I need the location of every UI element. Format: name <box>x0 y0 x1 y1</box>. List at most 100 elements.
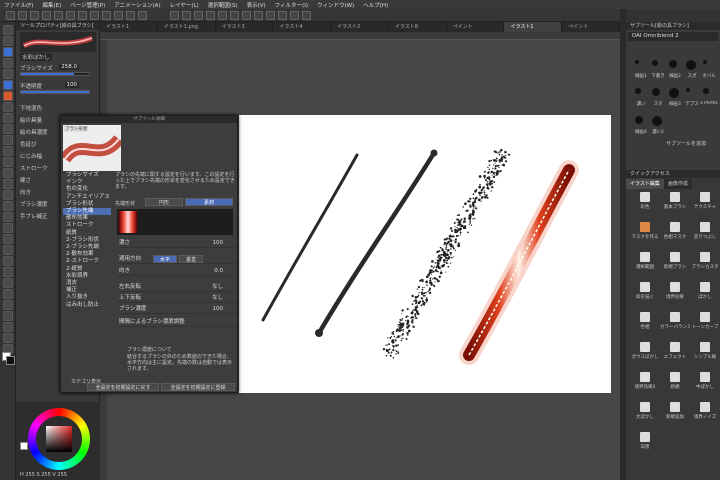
setting-value[interactable]: 100 <box>213 239 224 248</box>
toolbar-button[interactable] <box>290 11 299 20</box>
menu-item[interactable]: ヘルプ(H) <box>363 1 388 9</box>
tool-icon[interactable] <box>3 113 13 123</box>
tool-icon[interactable] <box>3 47 13 57</box>
setting-row[interactable]: 左右反転 なし <box>119 283 237 292</box>
toolbar-button[interactable] <box>266 11 275 20</box>
tool-icon[interactable] <box>3 289 13 299</box>
toolbar-button[interactable] <box>126 11 135 20</box>
quick-access-item[interactable]: 色相 <box>630 312 660 334</box>
reset-all-button[interactable]: 全設定を初期設定に戻す <box>87 383 159 391</box>
tool-icon[interactable] <box>3 168 13 178</box>
menu-item[interactable]: フィルター(I) <box>275 1 308 9</box>
quick-access-item[interactable]: ブラシカスタ <box>690 252 720 274</box>
sub-color-chip[interactable] <box>6 356 15 365</box>
quick-access-item[interactable]: 基本ブラシ <box>660 192 690 214</box>
quick-access-item[interactable]: カラーバランス <box>660 312 690 334</box>
toolbar-button[interactable] <box>102 11 111 20</box>
quick-access-item[interactable]: 白黒 <box>630 432 660 454</box>
quick-access-item[interactable]: 境界効果2 <box>630 372 660 394</box>
quick-access-item[interactable]: 色相マスク <box>660 222 690 244</box>
tool-icon[interactable] <box>3 201 13 211</box>
quick-access-item[interactable]: エフェクト <box>660 342 690 364</box>
quick-access-item[interactable]: 塗りつぶし <box>690 222 720 244</box>
toolbar-button[interactable] <box>218 11 227 20</box>
setting-row[interactable]: 間隔によるブラシ濃度調整 <box>119 318 237 327</box>
tool-icon[interactable] <box>3 80 13 90</box>
quick-access-item[interactable]: ぼかし <box>690 282 720 304</box>
category-item[interactable]: 紙質 <box>63 230 111 237</box>
quick-access-item[interactable]: 新規ブラシ <box>660 252 690 274</box>
category-item[interactable]: 入り抜き <box>63 294 111 301</box>
tool-icon[interactable] <box>3 234 13 244</box>
brush-preset[interactable]: オバル <box>698 58 718 82</box>
setting-row[interactable]: 上下反転 なし <box>119 294 237 303</box>
category-item[interactable]: はみ出し防止 <box>63 302 111 309</box>
saturation-value-square[interactable] <box>46 426 72 452</box>
document-tab[interactable]: イラスト8 <box>389 22 447 32</box>
toolbar-button[interactable] <box>30 11 39 20</box>
direction-horizontal-button[interactable]: 水平 <box>153 255 177 263</box>
setting-value[interactable]: なし <box>212 294 223 303</box>
tool-icon[interactable] <box>3 256 13 266</box>
tool-icon[interactable] <box>3 157 13 167</box>
direction-vertical-button[interactable]: 垂直 <box>179 255 203 263</box>
add-subtool-label[interactable]: サブツールを追加 <box>666 140 706 147</box>
toolbar-button[interactable] <box>90 11 99 20</box>
tip-material-button[interactable]: 素材 <box>185 198 233 206</box>
drawing-canvas[interactable] <box>239 115 611 393</box>
quick-access-item[interactable]: シンプル線 <box>690 342 720 364</box>
setting-row[interactable]: 濃さ 100 <box>119 239 237 248</box>
tool-icon[interactable] <box>3 278 13 288</box>
quick-access-item[interactable]: ガウスぼかし <box>630 342 660 364</box>
tool-icon[interactable] <box>3 300 13 310</box>
menu-item[interactable]: レイヤー(L) <box>170 1 199 9</box>
brush-preset[interactable]: 濃い2 <box>647 114 667 138</box>
toolbar-button[interactable] <box>182 11 191 20</box>
toolbar-button[interactable] <box>42 11 51 20</box>
quick-access-item[interactable]: トーンカーブ <box>690 312 720 334</box>
setting-row[interactable]: 適用方向 <box>119 255 237 264</box>
document-tab[interactable]: イラスト1 <box>504 22 563 32</box>
tool-icon[interactable] <box>3 322 13 332</box>
document-tab[interactable]: イラスト2 <box>331 22 389 32</box>
tool-icon[interactable] <box>3 25 13 35</box>
toolbar-button[interactable] <box>66 11 75 20</box>
category-item[interactable]: 水彩境界 <box>63 273 111 280</box>
tool-icon[interactable] <box>3 36 13 46</box>
toolbar-button[interactable] <box>138 11 147 20</box>
tool-icon[interactable] <box>3 135 13 145</box>
setting-row[interactable]: 向き 0.0 <box>119 267 237 276</box>
tool-icon[interactable] <box>3 190 13 200</box>
category-item[interactable]: 2-ブラシ形状 <box>63 237 111 244</box>
menu-item[interactable]: ウィンドウ(W) <box>317 1 354 9</box>
toolbar-button[interactable] <box>242 11 251 20</box>
quick-access-item[interactable]: テクスチャ <box>690 192 720 214</box>
quick-access-item[interactable]: 大ぼかし <box>630 402 660 424</box>
tip-circle-button[interactable]: 円形 <box>145 198 183 206</box>
category-item[interactable]: ストローク <box>63 222 111 229</box>
document-tab[interactable]: イラスト1.png <box>158 22 216 32</box>
setting-value[interactable]: 0.0 <box>214 267 223 276</box>
tool-icon[interactable] <box>3 58 13 68</box>
tool-icon[interactable] <box>3 179 13 189</box>
toolbar-button[interactable] <box>114 11 123 20</box>
quick-access-item[interactable]: 境界ノイズ <box>690 402 720 424</box>
document-tab[interactable]: イラスト4 <box>273 22 332 32</box>
category-item[interactable]: ブラシ形状 <box>63 201 111 208</box>
setting-value[interactable]: 100 <box>213 305 224 314</box>
category-item[interactable]: 色の変化 <box>63 186 111 193</box>
tool-icon[interactable] <box>3 102 13 112</box>
quick-access-item[interactable]: 新規 <box>660 372 690 394</box>
brush-size-slider[interactable] <box>20 72 90 76</box>
category-item[interactable]: アンチエイリアス <box>63 194 111 201</box>
category-item[interactable]: 2-紙質 <box>63 266 111 273</box>
document-tab[interactable]: ペイント <box>447 22 505 32</box>
toolbar-button[interactable] <box>302 11 311 20</box>
main-color-swatch[interactable] <box>20 442 28 450</box>
toolbar-button[interactable] <box>206 11 215 20</box>
setting-row[interactable]: ブラシ濃度 100 <box>119 305 237 314</box>
tool-icon[interactable] <box>3 333 13 343</box>
tool-icon[interactable] <box>3 245 13 255</box>
tool-icon[interactable] <box>3 91 13 101</box>
opacity-slider[interactable] <box>20 90 90 94</box>
